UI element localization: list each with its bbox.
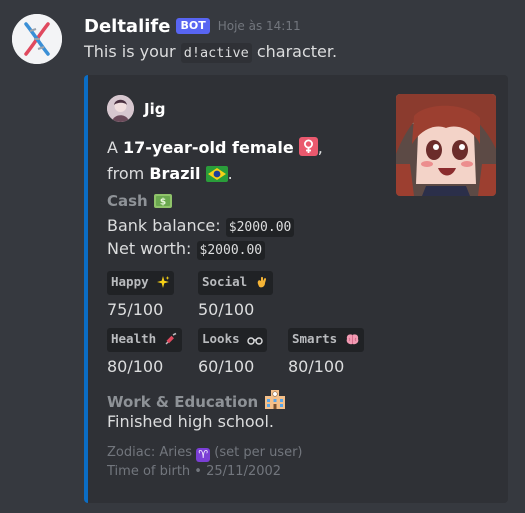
message-text-after: character. [251, 42, 338, 61]
sparkles-icon [156, 275, 170, 292]
desc-line-age: A 17-year-old female , [107, 136, 323, 162]
net-worth-value: $2000.00 [196, 241, 266, 260]
cash-title: Cash $ [107, 192, 173, 213]
command-code: d!active [180, 43, 252, 63]
syringe-icon [164, 332, 178, 349]
school-icon [263, 388, 287, 414]
brain-icon [345, 333, 360, 349]
message-content: This is your d!active character. [84, 42, 338, 63]
stat-label-health: Health [107, 328, 182, 352]
birth-date: 25/11/2002 [206, 464, 282, 479]
birth-label: Time of birth [107, 464, 191, 479]
stat-health: Health 80/100 [107, 328, 182, 376]
bank-balance-value: $2000.00 [225, 218, 295, 237]
stat-label-social: Social [198, 271, 273, 295]
character-embed: Jig A 17-year-old female , from Brazil .… [84, 75, 508, 503]
stat-label-text: Social [202, 274, 248, 289]
work-value: Finished high school. [107, 412, 274, 431]
author-avatar [107, 95, 134, 122]
character-thumbnail[interactable] [396, 94, 496, 196]
footer-separator: • [194, 464, 202, 479]
desc-from: from [107, 164, 150, 183]
bank-balance-label: Bank balance: [107, 216, 226, 235]
stat-label-text: Health [111, 331, 157, 346]
footer-birth: Time of birth • 25/11/2002 [107, 464, 281, 479]
chat-message: Deltalife BOT Hoje às 14:11 This is your… [0, 0, 525, 513]
net-worth-label: Net worth: [107, 239, 197, 258]
zodiac-text: Zodiac: Aries [107, 445, 192, 460]
stat-value-health: 80/100 [107, 357, 164, 376]
cash-title-text: Cash [107, 192, 148, 210]
bot-avatar[interactable] [12, 14, 62, 64]
stat-value-smarts: 80/100 [288, 357, 345, 376]
bot-badge: BOT [176, 18, 210, 34]
stat-label-happy: Happy [107, 271, 175, 295]
stat-label-text: Smarts [292, 331, 338, 346]
stat-value-looks: 60/100 [198, 357, 255, 376]
stat-label-text: Looks [202, 331, 240, 346]
stat-happy: Happy 75/100 [107, 271, 175, 319]
work-title-text: Work & Education [107, 393, 259, 411]
female-sign-icon [298, 137, 318, 162]
character-description: A 17-year-old female , from Brazil . [107, 136, 323, 188]
stat-looks: Looks 60/100 [198, 328, 268, 376]
stat-smarts: Smarts 80/100 [288, 328, 364, 376]
author-name: Jig [144, 99, 166, 118]
aries-icon: ♈ [196, 448, 211, 462]
username[interactable]: Deltalife [84, 16, 170, 37]
brazil-flag-icon [205, 165, 228, 188]
message-text-before: This is your [84, 42, 181, 61]
desc-country: Brazil [149, 164, 201, 183]
zodiac-note: (set per user) [214, 445, 303, 460]
bank-balance-line: Bank balance: $2000.00 [107, 216, 295, 237]
stat-value-social: 50/100 [198, 300, 255, 319]
message-header: Deltalife BOT Hoje às 14:11 [84, 15, 301, 37]
net-worth-line: Net worth: $2000.00 [107, 239, 266, 260]
waving-hand-icon [255, 275, 269, 292]
message-timestamp[interactable]: Hoje às 14:11 [218, 19, 301, 33]
stat-label-text: Happy [111, 274, 149, 289]
dna-icon [12, 14, 62, 64]
embed-author: Jig [107, 95, 165, 122]
work-title: Work & Education [107, 388, 287, 414]
stat-label-smarts: Smarts [288, 328, 364, 352]
stat-label-looks: Looks [198, 328, 268, 352]
desc-prefix: A [107, 138, 124, 157]
desc-suffix: , [317, 138, 323, 157]
svg-text:$: $ [160, 198, 166, 208]
desc-line-country: from Brazil . [107, 162, 323, 188]
stat-social: Social 50/100 [198, 271, 273, 319]
desc-end: . [227, 164, 233, 183]
money-icon: $ [153, 193, 173, 213]
stat-value-happy: 75/100 [107, 300, 164, 319]
desc-age-gender: 17-year-old female [123, 138, 294, 157]
glasses-icon [247, 334, 263, 349]
footer-zodiac: Zodiac: Aries ♈ (set per user) [107, 445, 303, 462]
